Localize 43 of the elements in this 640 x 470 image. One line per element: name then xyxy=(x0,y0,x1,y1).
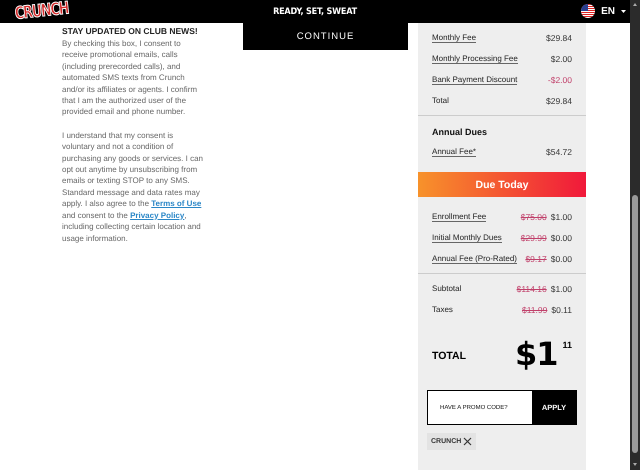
amount: $1.00 xyxy=(550,212,572,222)
policy-link[interactable]: Privacy Policy xyxy=(130,210,184,220)
original-price: $29.99 xyxy=(520,232,547,242)
amount: $29.84 xyxy=(546,32,572,42)
fee-label[interactable]: Enrollment Fee xyxy=(432,212,486,222)
total-cents: 11 xyxy=(562,340,572,350)
total-label: TOTAL xyxy=(432,350,466,362)
total-label: Taxes xyxy=(432,305,453,314)
logo[interactable]: CRUNCH xyxy=(14,0,70,24)
fee-label[interactable]: Initial Monthly Dues xyxy=(432,232,502,242)
consent-heading: STAY UPDATED ON CLUB NEWS! xyxy=(62,26,199,36)
scrollbar[interactable] xyxy=(630,0,640,470)
close-icon[interactable] xyxy=(463,437,472,446)
amount: $0.11 xyxy=(551,304,572,314)
amount: $0.00 xyxy=(550,254,572,264)
caret-icon[interactable] xyxy=(621,10,626,12)
fee-label[interactable]: Bank Payment Discount xyxy=(432,74,518,84)
amount: $54.72 xyxy=(546,146,572,156)
continue-button[interactable]: CONTINUE xyxy=(243,23,408,50)
amount: -$2.00 xyxy=(548,74,572,84)
due-today-banner: Due Today xyxy=(418,172,586,197)
fee-label[interactable]: Annual Fee (Pro-Rated) xyxy=(432,254,517,264)
original-price: $11.99 xyxy=(522,304,548,314)
language-selector[interactable]: EN xyxy=(601,6,615,16)
fee-label[interactable]: Annual Fee* xyxy=(432,146,476,156)
amount: $1.00 xyxy=(550,284,572,294)
total-label: Total xyxy=(432,96,449,105)
fee-label[interactable]: Monthly Processing Fee xyxy=(432,54,518,64)
flag-icon xyxy=(581,4,596,18)
original-price: $75.00 xyxy=(520,212,547,222)
consent-text: By checking this box, I consent to receive promotional emails, calls (including prerecorded calls), and automated SMS texts from Crunch and/or its affiliates or agents. I confirm that I am the authorized user of the provided email and phone number. xyxy=(62,38,198,118)
tagline: READY, SET, SWEAT xyxy=(273,6,357,16)
total-label: Subtotal xyxy=(432,284,462,293)
original-price: $114.16 xyxy=(516,284,547,294)
fee-label[interactable]: Monthly Fee xyxy=(432,32,476,42)
original-price: $9.17 xyxy=(525,254,547,264)
amount: $0.00 xyxy=(550,232,572,242)
section-heading: Annual Dues xyxy=(432,126,488,139)
amount: $2.00 xyxy=(550,54,572,64)
total-dollars: $1 xyxy=(514,338,558,370)
policy-link[interactable]: Terms of Use xyxy=(151,199,202,208)
consent-text: I understand that my consent is voluntary and not a condition of purchasing any goods or services. I can opt out anytime by unsubscribing from emails or texting STOP to any SMS. Standard message and data rates may apply. I also agree to the Terms of Use and consent to the Privacy Policy, including collecting certain location and usage information. xyxy=(62,130,204,244)
amount: $29.84 xyxy=(546,96,572,106)
